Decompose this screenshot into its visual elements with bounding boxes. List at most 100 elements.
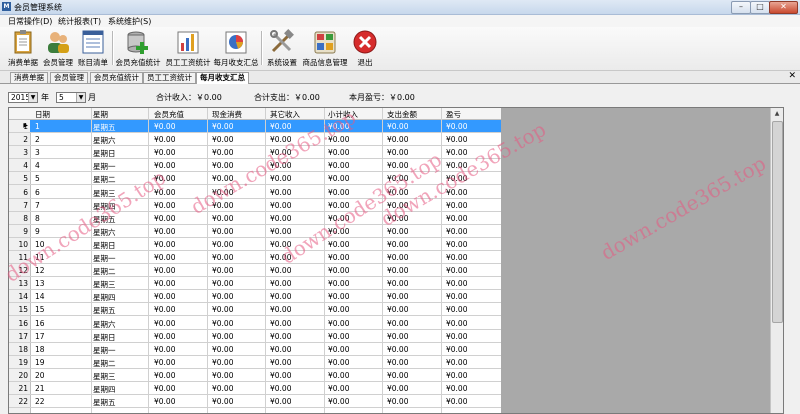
row-header[interactable]: 21 [9,382,30,394]
table-cell[interactable]: ¥0.00 [154,345,175,354]
table-cell[interactable]: ¥0.00 [446,148,467,157]
table-cell[interactable]: ¥0.00 [387,397,408,406]
table-cell[interactable]: ¥0.00 [446,319,467,328]
table-cell[interactable]: ¥0.00 [154,240,175,249]
table-cell[interactable]: ¥0.00 [212,371,233,380]
column-header-weekday[interactable]: 星期 [93,109,108,120]
maximize-button[interactable]: □ [750,1,770,14]
toolbar-system-settings[interactable]: 系统设置 [264,29,300,68]
table-cell[interactable]: 星期三 [93,371,116,382]
table-cell[interactable]: 星期三 [93,188,116,199]
menu-system-maintenance[interactable]: 系统维护(S) [108,16,151,27]
table-cell[interactable]: ¥0.00 [387,371,408,380]
table-cell[interactable]: ¥0.00 [446,292,467,301]
table-cell[interactable]: ¥0.00 [154,279,175,288]
table-cell[interactable]: ¥0.00 [328,161,349,170]
menu-daily-operations[interactable]: 日常操作(D) [8,16,52,27]
table-cell[interactable]: ¥0.00 [212,161,233,170]
row-header[interactable]: 8 [9,211,30,224]
vertical-scrollbar[interactable]: ▲ [770,108,783,413]
table-cell[interactable]: ¥0.00 [387,214,408,223]
table-cell[interactable]: ¥0.00 [446,358,467,367]
table-cell[interactable]: ¥0.00 [328,292,349,301]
table-cell[interactable]: 11 [35,253,45,262]
table-cell[interactable]: 7 [35,201,40,210]
table-row[interactable]: 12 12 星期二 ¥0.00 ¥0.00 ¥0.00 ¥0.00 ¥0.00 ¥0.00 [9,264,501,278]
table-cell[interactable]: ¥0.00 [212,384,233,393]
table-cell[interactable]: 14 [35,292,45,301]
table-cell[interactable]: ¥0.00 [212,240,233,249]
row-header[interactable]: 20 [9,368,30,381]
table-cell[interactable]: ¥0.00 [387,319,408,328]
table-cell[interactable]: ¥0.00 [154,188,175,197]
table-cell[interactable]: 星期一 [93,345,116,356]
table-cell[interactable]: ¥0.00 [212,253,233,262]
table-cell[interactable]: ¥0.00 [328,305,349,314]
table-cell[interactable]: ¥0.00 [212,148,233,157]
table-cell[interactable]: ¥0.00 [154,397,175,406]
scroll-up-icon[interactable]: ▲ [771,108,783,119]
table-cell[interactable]: ¥0.00 [387,305,408,314]
table-cell[interactable]: ¥0.00 [328,227,349,236]
table-cell[interactable]: ¥0.00 [270,397,291,406]
column-header-subtotal[interactable]: 小计收入 [328,109,358,120]
table-cell[interactable]: ¥0.00 [387,266,408,275]
table-cell[interactable]: 星期六 [93,319,116,330]
table-cell[interactable]: ¥0.00 [387,148,408,157]
table-cell[interactable]: ¥0.00 [328,188,349,197]
table-cell[interactable]: ¥0.00 [270,135,291,144]
row-header[interactable]: 2 [9,133,30,146]
table-row[interactable]: 18 18 星期一 ¥0.00 ¥0.00 ¥0.00 ¥0.00 ¥0.00 ¥0.00 [9,342,501,356]
table-cell[interactable]: ¥0.00 [154,319,175,328]
table-cell[interactable]: ¥0.00 [270,188,291,197]
table-cell[interactable]: ¥0.00 [154,292,175,301]
row-header[interactable]: 7 [9,198,30,211]
table-cell[interactable]: 10 [35,240,45,249]
month-select[interactable]: 5 ▼ [56,92,86,103]
row-header[interactable]: 5 [9,172,30,185]
table-cell[interactable]: ¥0.00 [270,227,291,236]
table-cell[interactable]: ¥0.00 [212,332,233,341]
table-cell[interactable]: 12 [35,266,45,275]
table-cell[interactable]: 星期五 [93,122,116,133]
row-header[interactable]: 13 [9,277,30,290]
toolbar-account-list[interactable]: 账目清单 [76,29,110,68]
table-cell[interactable]: 3 [35,148,40,157]
table-cell[interactable]: ¥0.00 [387,188,408,197]
table-cell[interactable]: 星期五 [93,305,116,316]
table-cell[interactable]: ¥0.00 [212,397,233,406]
table-cell[interactable]: ¥0.00 [387,384,408,393]
row-header[interactable]: 16 [9,316,30,329]
table-cell[interactable]: ¥0.00 [387,253,408,262]
table-cell[interactable]: 星期四 [93,292,116,303]
row-header[interactable]: 12 [9,264,30,277]
table-cell[interactable]: ¥0.00 [446,371,467,380]
table-cell[interactable]: ¥0.00 [270,148,291,157]
tab-recharge-statistics[interactable]: 会员充值统计 [90,72,143,83]
table-cell[interactable]: ¥0.00 [446,201,467,210]
table-cell[interactable]: ¥0.00 [270,319,291,328]
close-window-button[interactable]: ✕ [769,1,798,14]
column-header-cash[interactable]: 现金消费 [212,109,242,120]
table-cell[interactable]: ¥0.00 [446,266,467,275]
table-row[interactable]: 2 2 星期六 ¥0.00 ¥0.00 ¥0.00 ¥0.00 ¥0.00 ¥0.00 [9,133,501,147]
table-row[interactable]: 9 9 星期六 ¥0.00 ¥0.00 ¥0.00 ¥0.00 ¥0.00 ¥0.00 [9,224,501,238]
table-cell[interactable]: ¥0.00 [387,161,408,170]
table-cell[interactable]: 16 [35,319,45,328]
table-cell[interactable]: ¥0.00 [446,279,467,288]
table-cell[interactable]: ¥0.00 [212,345,233,354]
scrollbar-thumb[interactable] [772,121,783,323]
table-cell[interactable]: ¥0.00 [387,201,408,210]
row-header[interactable]: 6 [9,185,30,198]
table-cell[interactable]: ¥0.00 [270,384,291,393]
table-cell[interactable]: ¥0.00 [387,358,408,367]
table-cell[interactable]: 22 [35,397,45,406]
table-cell[interactable]: 星期二 [93,358,116,369]
menu-statistics[interactable]: 统计报表(T) [58,16,101,27]
table-cell[interactable]: 星期一 [93,253,116,264]
table-cell[interactable]: ¥0.00 [154,227,175,236]
column-header-other-income[interactable]: 其它收入 [270,109,300,120]
row-header[interactable]: 11 [9,251,30,263]
year-select[interactable]: 2015 ▼ [8,92,38,103]
table-cell[interactable]: ¥0.00 [387,174,408,183]
